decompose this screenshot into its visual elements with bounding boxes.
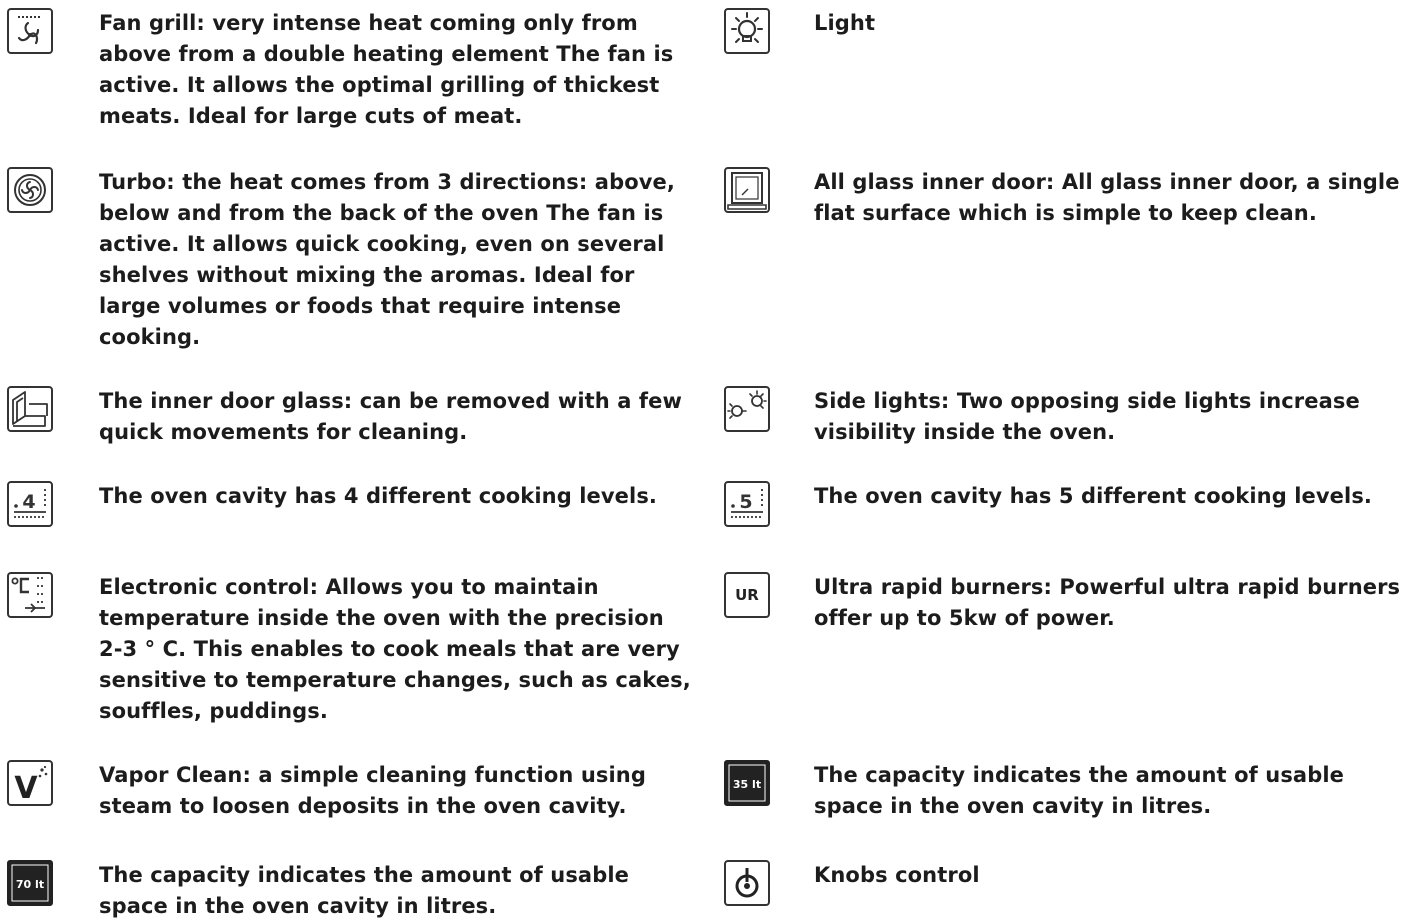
feature-text: Vapor Clean: a simple cleaning function …	[99, 763, 646, 818]
knob-control-icon	[724, 860, 770, 906]
svg-text:35 lt: 35 lt	[733, 778, 761, 791]
feature-text: Knobs control	[814, 863, 980, 887]
ultra-rapid-burner-icon: UR	[724, 572, 770, 618]
feature-text: Electronic control: Allows you to mainta…	[99, 575, 691, 723]
removable-door-glass-icon	[7, 386, 53, 432]
turbo-fan-icon	[7, 167, 53, 213]
feature-text: Fan grill: very intense heat coming only…	[99, 11, 674, 128]
svg-text:4: 4	[22, 491, 35, 513]
side-lights-icon	[724, 386, 770, 432]
capacity-35-icon: 35 lt	[724, 760, 770, 806]
capacity-70-icon: 70 lt	[7, 860, 53, 906]
feature-text: The capacity indicates the amount of usa…	[814, 763, 1344, 818]
feature-text: All glass inner door: All glass inner do…	[814, 170, 1400, 225]
feature-text: The oven cavity has 5 different cooking …	[814, 484, 1373, 508]
svg-text:70 lt: 70 lt	[16, 878, 44, 891]
feature-text: Light	[814, 11, 876, 35]
feature-text: Turbo: the heat comes from 3 directions:…	[99, 170, 675, 349]
feature-text: The capacity indicates the amount of usa…	[99, 863, 629, 918]
svg-text:V: V	[14, 771, 38, 806]
glass-door-icon	[724, 167, 770, 213]
vapor-clean-icon: V	[7, 760, 53, 806]
light-icon	[724, 8, 770, 54]
four-levels-icon: 4	[7, 481, 53, 527]
svg-text:UR: UR	[735, 586, 759, 604]
electronic-control-icon	[7, 572, 53, 618]
five-levels-icon: 5	[724, 481, 770, 527]
feature-text: The inner door glass: can be removed wit…	[99, 389, 683, 444]
fan-grill-icon	[7, 8, 53, 54]
feature-text: Ultra rapid burners: Powerful ultra rapi…	[814, 575, 1401, 630]
feature-text: The oven cavity has 4 different cooking …	[99, 484, 658, 508]
svg-text:5: 5	[739, 491, 752, 513]
feature-text: Side lights: Two opposing side lights in…	[814, 389, 1360, 444]
